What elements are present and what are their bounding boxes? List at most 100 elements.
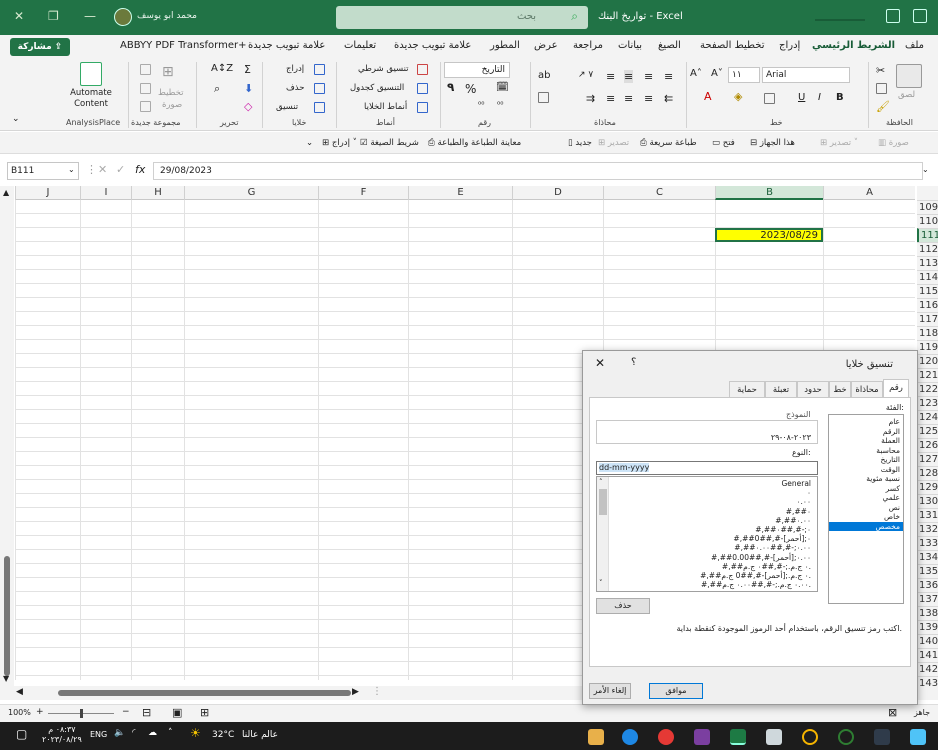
automate-content-button[interactable]: Automate Content: [70, 88, 112, 110]
tab-4[interactable]: الصيغ: [658, 40, 681, 51]
ok-button[interactable]: موافق: [649, 683, 703, 699]
horizontal-scroll-thumb[interactable]: [58, 690, 351, 696]
automate-content-icon[interactable]: [80, 62, 102, 86]
column-header-I[interactable]: I: [80, 186, 131, 200]
percent-icon[interactable]: %: [465, 82, 476, 96]
delete-format-button[interactable]: حذف: [596, 598, 650, 614]
fill-icon[interactable]: ⬇: [244, 82, 253, 95]
row-header-131[interactable]: 131: [917, 508, 938, 522]
dialog-tab-5[interactable]: حماية: [729, 381, 765, 398]
row-header-121[interactable]: 121: [917, 368, 938, 382]
column-header-G[interactable]: G: [184, 186, 318, 200]
row-header-113[interactable]: 113: [917, 256, 938, 270]
dialog-tab-2[interactable]: خط: [829, 381, 851, 398]
row-header-129[interactable]: 129: [917, 480, 938, 494]
row-header-125[interactable]: 125: [917, 424, 938, 438]
type-input[interactable]: dd-mm-yyyy: [596, 461, 818, 475]
column-header-D[interactable]: D: [512, 186, 603, 200]
align-center-icon[interactable]: ≡: [624, 92, 633, 105]
cell-styles-button[interactable]: أنماط الخلايا: [364, 102, 407, 112]
image-tool-icon[interactable]: [140, 64, 151, 75]
italic-icon[interactable]: I: [818, 92, 821, 103]
minimize-window-icon[interactable]: —: [84, 9, 96, 23]
qat-export2[interactable]: ⊞ تصدير: [598, 138, 629, 148]
format-code-item[interactable]: #,##٠;-#,##٠: [755, 525, 811, 534]
tray-expand-icon[interactable]: ˄: [168, 728, 173, 738]
format-painter-icon[interactable]: 🖌: [876, 100, 890, 113]
category-item[interactable]: محاسبة: [829, 446, 903, 455]
scroll-left-icon[interactable]: ◀: [16, 687, 23, 697]
tab-10[interactable]: تعليمات: [344, 40, 376, 51]
row-header-135[interactable]: 135: [917, 564, 938, 578]
column-header-C[interactable]: C: [603, 186, 715, 200]
edge-icon[interactable]: [622, 729, 638, 745]
conditional-format-button[interactable]: تنسيق شرطي: [358, 64, 409, 74]
tab-8[interactable]: المطور: [490, 40, 520, 51]
onedrive-icon[interactable]: ☁: [148, 728, 157, 738]
category-item[interactable]: الوقت: [829, 465, 903, 474]
insert-function-icon[interactable]: fx: [135, 163, 145, 176]
column-header-H[interactable]: H: [131, 186, 184, 200]
column-header-E[interactable]: E: [408, 186, 512, 200]
format-list-down-icon[interactable]: ˅: [599, 579, 603, 587]
row-header-130[interactable]: 130: [917, 494, 938, 508]
format-cells-icon[interactable]: [314, 102, 325, 113]
scroll-right-icon[interactable]: ▶: [352, 687, 359, 697]
orientation-icon[interactable]: ↗ ٧: [578, 70, 593, 80]
format-code-item[interactable]: #,##٠ ج.م.;-#,##٠ ج.م.: [722, 562, 811, 571]
format-list-up-icon[interactable]: ˄: [599, 478, 603, 486]
tab-2[interactable]: إدراج: [779, 40, 800, 51]
planning-label[interactable]: تخطيط: [158, 88, 183, 98]
weather-temp[interactable]: 32°C: [212, 730, 234, 740]
clock[interactable]: ٠٨:٣٧ م ٢٠٢٣/٠٨/٢٩: [42, 725, 82, 745]
cancel-entry-icon[interactable]: ✕: [98, 163, 107, 176]
category-item[interactable]: نسبة مئوية: [829, 474, 903, 483]
format-code-item[interactable]: ٠.٠٠: [797, 497, 811, 506]
scroll-down-icon[interactable]: ▼: [3, 674, 9, 683]
cut-icon[interactable]: ✂: [876, 64, 885, 77]
row-header-117[interactable]: 117: [917, 312, 938, 326]
row-header-138[interactable]: 138: [917, 606, 938, 620]
paste-label[interactable]: لصق: [898, 90, 915, 100]
qat-new[interactable]: ▯ جديد: [568, 138, 592, 148]
tab-1[interactable]: الشريط الرئيسي: [812, 40, 895, 51]
accounting-icon[interactable]: 🗓: [496, 82, 509, 93]
avatar[interactable]: [114, 8, 132, 26]
column-header-A[interactable]: A: [823, 186, 915, 200]
dialog-tab-4[interactable]: تعبئة: [765, 381, 797, 398]
row-header-120[interactable]: 120: [917, 354, 938, 368]
formula-input[interactable]: 29/08/2023: [153, 162, 923, 180]
tab-9[interactable]: علامة تبويب جديدة: [394, 40, 471, 51]
restore-window-icon[interactable]: ❐: [48, 9, 59, 23]
row-header-112[interactable]: 112: [917, 242, 938, 256]
dialog-tab-3[interactable]: حدود: [797, 381, 829, 398]
volume-icon[interactable]: 🔈: [114, 728, 125, 738]
tab-0[interactable]: ملف: [905, 40, 924, 51]
expand-formula-icon[interactable]: ⌄: [922, 165, 929, 174]
user-name[interactable]: محمد ابو يوسف: [137, 11, 197, 21]
cell-styles-icon[interactable]: [417, 102, 428, 113]
tab-6[interactable]: مراجعة: [573, 40, 603, 51]
weather-icon[interactable]: ☀: [190, 726, 201, 740]
indent-icon[interactable]: ⇉: [586, 92, 595, 105]
category-item[interactable]: نص: [829, 503, 903, 512]
decrease-font-icon[interactable]: A˅: [711, 68, 723, 79]
zoom-out-icon[interactable]: −: [122, 707, 130, 717]
wrap-text-icon[interactable]: ab: [538, 70, 550, 81]
row-header-123[interactable]: 123: [917, 396, 938, 410]
align-bottom-icon[interactable]: ≡: [644, 70, 653, 83]
page-break-view-icon[interactable]: ⊟: [142, 706, 151, 719]
zoom-level[interactable]: 100%: [8, 708, 31, 717]
decrease-decimal-icon[interactable]: ⁰⁰: [497, 100, 503, 109]
format-code-item[interactable]: General: [781, 479, 811, 488]
bold-icon[interactable]: B: [836, 92, 844, 103]
category-item[interactable]: العملة: [829, 436, 903, 445]
row-header-134[interactable]: 134: [917, 550, 938, 564]
grid-tool-icon[interactable]: ⊞: [162, 64, 174, 80]
row-header-128[interactable]: 128: [917, 466, 938, 480]
qat-this-device[interactable]: ⊟ هذا الجهاز: [750, 138, 795, 148]
format-code-item[interactable]: #,##٠;[أحمر]-#,##0: [733, 534, 811, 543]
align-top-icon[interactable]: ≡: [606, 70, 615, 83]
zoom-slider-thumb[interactable]: [80, 709, 83, 718]
picture-tool-icon[interactable]: [140, 101, 151, 112]
